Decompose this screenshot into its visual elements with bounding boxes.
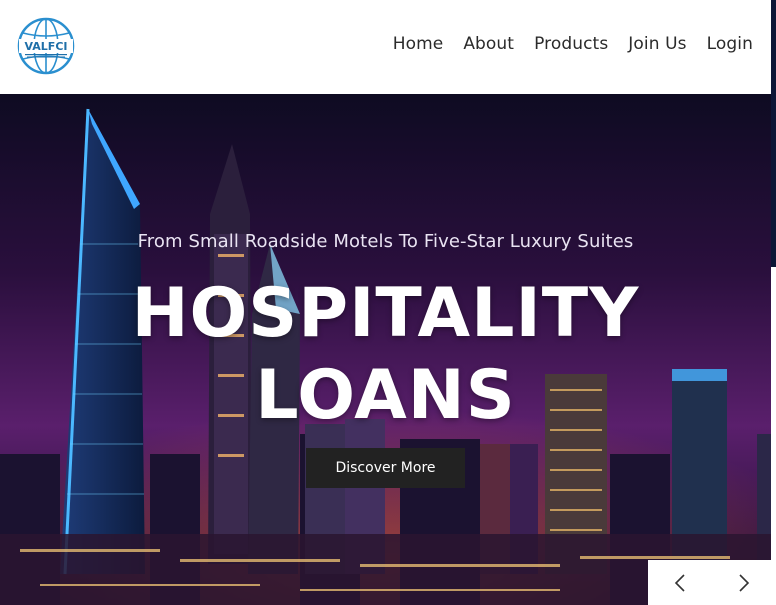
hero-banner: From Small Roadside Motels To Five-Star … [0, 94, 771, 605]
nav-home[interactable]: Home [393, 34, 444, 54]
slider-next-button[interactable] [712, 560, 776, 605]
nav-login[interactable]: Login [707, 34, 753, 54]
chevron-right-icon [739, 573, 750, 592]
slider-prev-button[interactable] [648, 560, 712, 605]
nav-join-us[interactable]: Join Us [628, 34, 686, 54]
chevron-left-icon [674, 573, 685, 592]
slider-controls [648, 560, 776, 605]
nav-products[interactable]: Products [534, 34, 608, 54]
nav-about[interactable]: About [463, 34, 514, 54]
hero-title-line2: LOANS [255, 356, 516, 435]
hero-subtitle: From Small Roadside Motels To Five-Star … [137, 231, 634, 252]
discover-more-button[interactable]: Discover More [306, 448, 465, 488]
site-header: VALFCI Home About Products Join Us Login [0, 0, 771, 94]
main-nav: Home About Products Join Us Login [373, 34, 753, 54]
hero-title-line1: HOSPITALITY [131, 274, 640, 353]
page-edge-strip [771, 0, 776, 267]
globe-logo-icon[interactable]: VALFCI [17, 17, 75, 75]
logo-text: VALFCI [25, 40, 68, 53]
